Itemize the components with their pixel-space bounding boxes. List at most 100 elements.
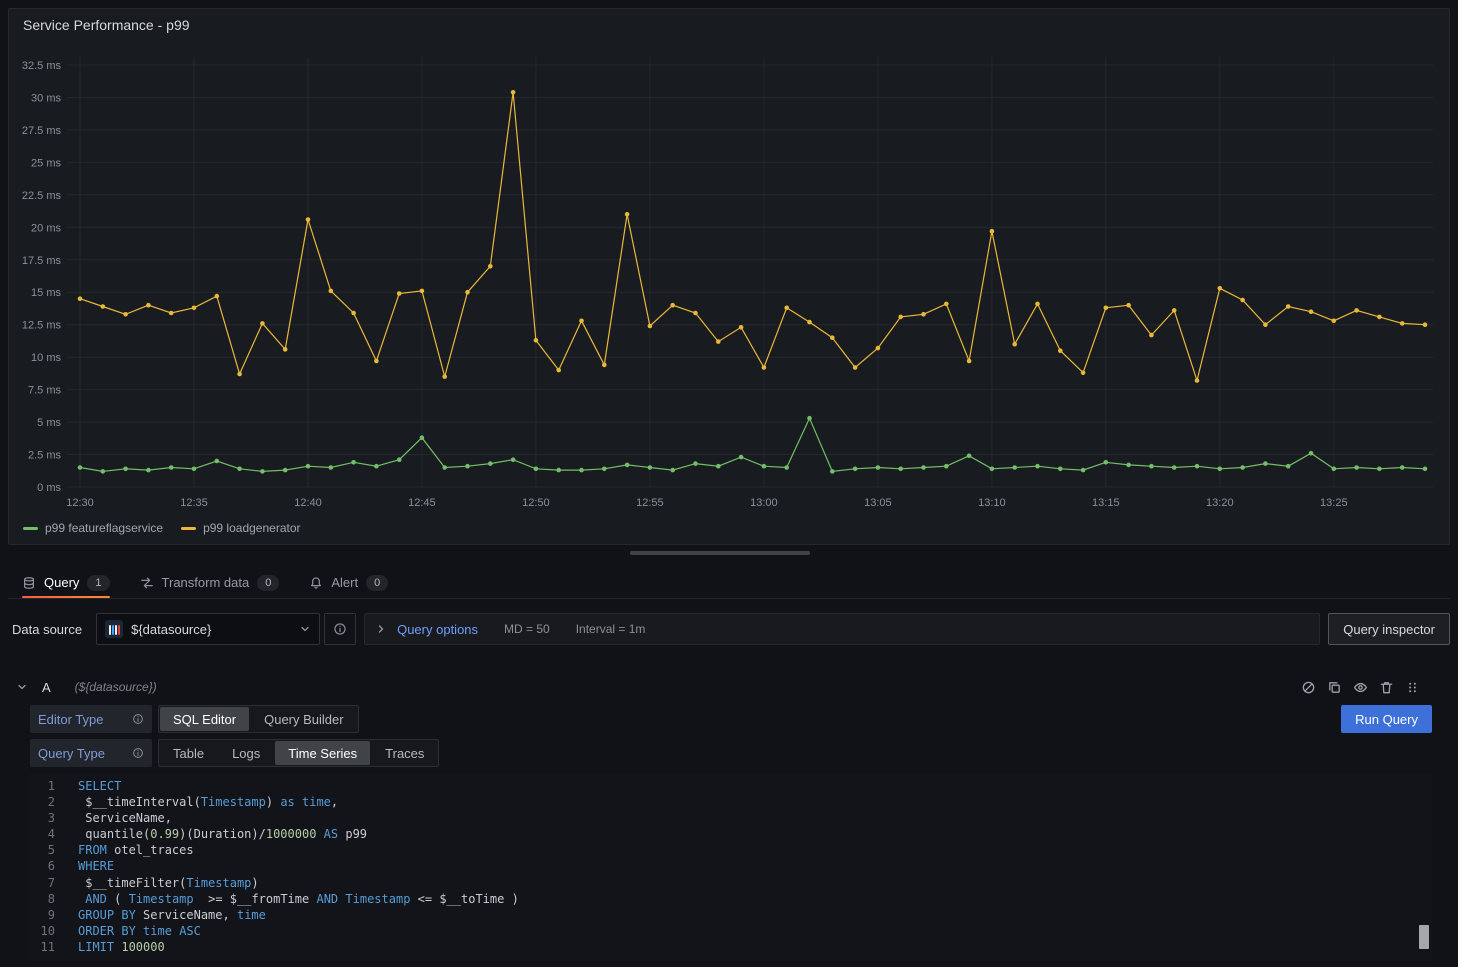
query-row-header[interactable]: A (${datasource}) xyxy=(8,672,1450,702)
query-options-bar: Query options MD = 50 Interval = 1m xyxy=(364,613,1320,645)
chevron-down-icon[interactable] xyxy=(16,681,28,693)
code-line[interactable]: 10ORDER BY time ASC xyxy=(30,923,1432,939)
code-line[interactable]: 8 AND ( Timestamp >= $__fromTime AND Tim… xyxy=(30,891,1432,907)
info-icon xyxy=(333,622,347,636)
svg-text:0 ms: 0 ms xyxy=(37,482,61,494)
info-icon[interactable] xyxy=(132,747,144,759)
editor-type-label: Editor Type xyxy=(38,712,104,727)
line-number: 7 xyxy=(30,875,55,891)
query-type-row: Query Type Table Logs Time Series Traces xyxy=(30,739,1432,767)
grafana-panel-edit-page: Service Performance - p99 0 ms2.5 ms5 ms… xyxy=(0,0,1458,967)
svg-text:17.5 ms: 17.5 ms xyxy=(22,255,62,267)
svg-text:30 ms: 30 ms xyxy=(31,93,61,105)
line-number: 2 xyxy=(30,794,55,810)
svg-text:20 ms: 20 ms xyxy=(31,222,61,234)
line-number: 4 xyxy=(30,826,55,842)
svg-text:32.5 ms: 32.5 ms xyxy=(22,60,62,72)
code-line[interactable]: 2 $__timeInterval(Timestamp) as time, xyxy=(30,794,1432,810)
toggle-traces[interactable]: Traces xyxy=(372,741,437,765)
panel-scrollbar-thumb[interactable] xyxy=(630,551,810,555)
legend-item[interactable]: p99 loadgenerator xyxy=(181,521,300,535)
editor-scrollbar-thumb[interactable] xyxy=(1419,925,1429,949)
svg-text:12:30: 12:30 xyxy=(66,497,94,509)
chevron-right-icon[interactable] xyxy=(375,623,387,635)
code-line[interactable]: 7 $__timeFilter(Timestamp) xyxy=(30,875,1432,891)
svg-text:12:45: 12:45 xyxy=(408,497,436,509)
tab-alert-label: Alert xyxy=(331,575,358,590)
code-line[interactable]: 3 ServiceName, xyxy=(30,810,1432,826)
legend-item[interactable]: p99 featureflagservice xyxy=(23,521,163,535)
toggle-query-builder[interactable]: Query Builder xyxy=(251,707,356,731)
tab-alert-count: 0 xyxy=(366,575,388,591)
tab-transform-data[interactable]: Transform data 0 xyxy=(140,567,280,598)
query-ref-id: A xyxy=(42,680,51,695)
tab-query-count: 1 xyxy=(87,575,109,591)
toggle-logs[interactable]: Logs xyxy=(219,741,273,765)
datasource-picker-value: ${datasource} xyxy=(131,622,291,637)
svg-text:13:25: 13:25 xyxy=(1320,497,1348,509)
drag-handle-icon[interactable] xyxy=(1405,680,1420,695)
x-axis-labels: 12:3012:3512:4012:4512:5012:5513:0013:05… xyxy=(66,497,1347,509)
transform-icon xyxy=(140,576,154,590)
code-line[interactable]: 11LIMIT 100000 xyxy=(30,939,1432,955)
query-datasource-hint: (${datasource}) xyxy=(75,680,157,694)
query-inspector-label: Query inspector xyxy=(1343,622,1435,637)
code-text: FROM otel_traces xyxy=(55,842,194,858)
code-text: SELECT xyxy=(55,778,121,794)
code-text: GROUP BY ServiceName, time xyxy=(55,907,266,923)
legend-label: p99 featureflagservice xyxy=(45,521,163,535)
svg-text:27.5 ms: 27.5 ms xyxy=(22,125,62,137)
legend-label: p99 loadgenerator xyxy=(203,521,300,535)
eye-icon[interactable] xyxy=(1353,680,1368,695)
code-line[interactable]: 9GROUP BY ServiceName, time xyxy=(30,907,1432,923)
line-number: 6 xyxy=(30,858,55,874)
query-inspector-button[interactable]: Query inspector xyxy=(1328,613,1450,645)
svg-text:12:55: 12:55 xyxy=(636,497,664,509)
datasource-picker[interactable]: ${datasource} xyxy=(96,613,320,645)
copy-icon[interactable] xyxy=(1327,680,1342,695)
code-line[interactable]: 4 quantile(0.99)(Duration)/1000000 AS p9… xyxy=(30,826,1432,842)
svg-text:7.5 ms: 7.5 ms xyxy=(28,385,62,397)
datasource-help-button[interactable] xyxy=(324,613,356,645)
chart-panel: Service Performance - p99 0 ms2.5 ms5 ms… xyxy=(8,8,1450,545)
svg-text:13:15: 13:15 xyxy=(1092,497,1120,509)
info-icon[interactable] xyxy=(132,713,144,725)
run-query-button[interactable]: Run Query xyxy=(1341,705,1432,733)
circle-slash-icon[interactable] xyxy=(1301,680,1316,695)
query-options-link[interactable]: Query options xyxy=(397,622,478,637)
line-number: 5 xyxy=(30,842,55,858)
svg-text:25 ms: 25 ms xyxy=(31,157,61,169)
code-line[interactable]: 1SELECT xyxy=(30,778,1432,794)
timeseries-chart[interactable]: 0 ms2.5 ms5 ms7.5 ms10 ms12.5 ms15 ms17.… xyxy=(9,35,1449,517)
code-line[interactable]: 6WHERE xyxy=(30,858,1432,874)
bell-icon xyxy=(309,576,323,590)
sql-code-lines: 1SELECT2 $__timeInterval(Timestamp) as t… xyxy=(30,778,1432,955)
code-text: ORDER BY time ASC xyxy=(55,923,201,939)
code-text: quantile(0.99)(Duration)/1000000 AS p99 xyxy=(55,826,367,842)
svg-text:22.5 ms: 22.5 ms xyxy=(22,190,62,202)
max-data-points-value: MD = 50 xyxy=(504,622,550,636)
svg-text:2.5 ms: 2.5 ms xyxy=(28,450,62,462)
svg-text:10 ms: 10 ms xyxy=(31,352,61,364)
toggle-table[interactable]: Table xyxy=(160,741,217,765)
trash-icon[interactable] xyxy=(1379,680,1394,695)
toggle-sql-editor[interactable]: SQL Editor xyxy=(160,707,249,731)
code-text: $__timeFilter(Timestamp) xyxy=(55,875,259,891)
sql-code-editor[interactable]: 1SELECT2 $__timeInterval(Timestamp) as t… xyxy=(30,773,1432,961)
tab-query[interactable]: Query 1 xyxy=(22,567,110,598)
tab-alert[interactable]: Alert 0 xyxy=(309,567,388,598)
svg-text:12:50: 12:50 xyxy=(522,497,550,509)
grid xyxy=(67,57,1433,487)
code-line[interactable]: 5FROM otel_traces xyxy=(30,842,1432,858)
svg-text:13:10: 13:10 xyxy=(978,497,1006,509)
legend-swatch xyxy=(181,527,196,530)
series-p99-loadgenerator xyxy=(78,90,1428,383)
svg-text:13:00: 13:00 xyxy=(750,497,778,509)
tab-transform-count: 0 xyxy=(257,575,279,591)
y-axis-labels: 0 ms2.5 ms5 ms7.5 ms10 ms12.5 ms15 ms17.… xyxy=(22,60,62,494)
svg-text:12.5 ms: 12.5 ms xyxy=(22,320,62,332)
svg-text:15 ms: 15 ms xyxy=(31,287,61,299)
line-number: 3 xyxy=(30,810,55,826)
line-number: 1 xyxy=(30,778,55,794)
toggle-time-series[interactable]: Time Series xyxy=(275,741,370,765)
